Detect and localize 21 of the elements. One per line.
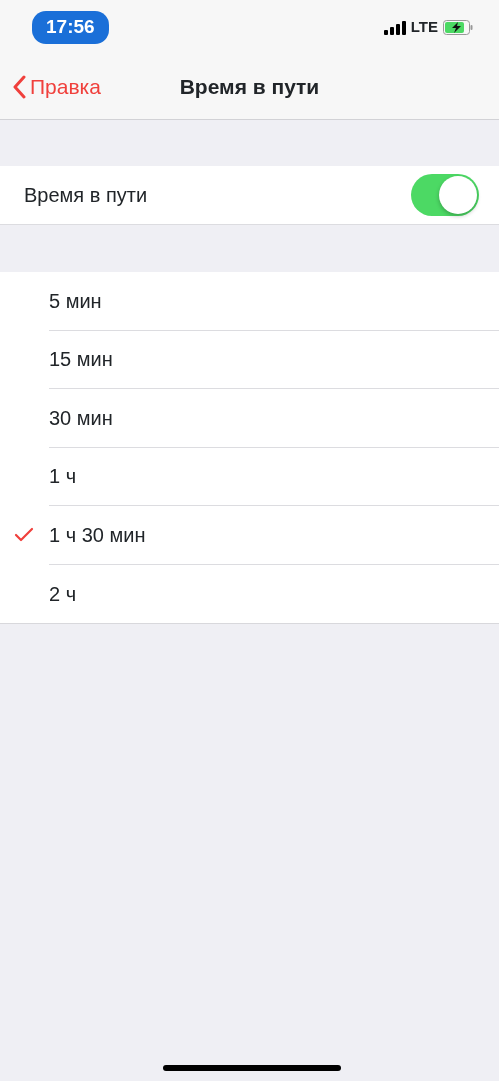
option-row[interactable]: 1 ч 30 мин [0,506,499,565]
back-button[interactable]: Правка [0,71,101,103]
toggle-label: Время в пути [24,183,148,208]
option-label: 5 мин [49,288,102,314]
battery-icon [443,20,473,35]
option-label: 1 ч [49,464,77,490]
toggle-switch[interactable] [411,174,479,216]
chevron-left-icon [12,75,26,99]
option-label: 2 ч [49,581,77,607]
option-row[interactable]: 2 ч [0,564,499,623]
signal-icon [383,20,406,35]
option-row[interactable]: 15 мин [0,330,499,389]
page-title: Время в пути [179,75,320,99]
option-row[interactable]: 30 мин [0,389,499,448]
network-label: LTE [410,17,438,38]
option-label: 15 мин [49,347,113,373]
option-label: 30 мин [49,405,113,431]
option-label: 1 ч 30 мин [49,522,146,548]
status-time: 17:56 [32,11,109,44]
option-row[interactable]: 1 ч [0,447,499,506]
option-row[interactable]: 5 мин [0,272,499,331]
